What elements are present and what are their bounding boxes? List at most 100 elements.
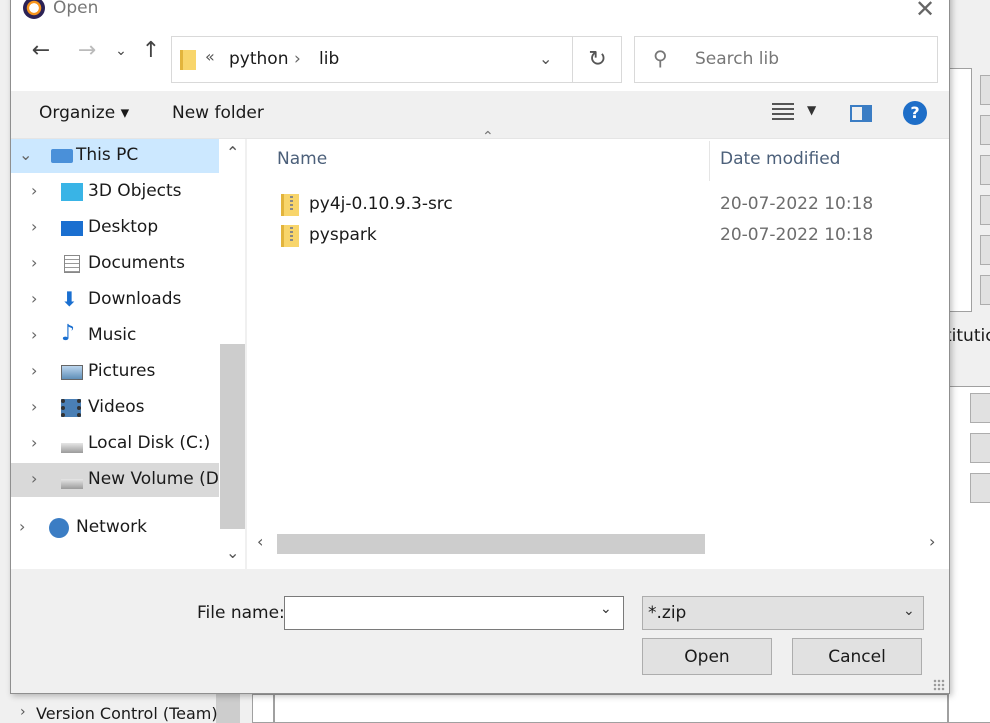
- file-name-label: File name:: [197, 603, 285, 623]
- file-date: 20-07-2022 10:18: [720, 225, 874, 245]
- video-icon: [61, 399, 81, 417]
- nav-item-pictures[interactable]: › Pictures: [11, 355, 219, 389]
- zip-folder-icon: [281, 194, 299, 216]
- chevron-left-icon[interactable]: ‹: [257, 532, 263, 551]
- chevron-right-icon[interactable]: ›: [31, 361, 37, 380]
- nav-item-music[interactable]: › ♪ Music: [11, 319, 219, 353]
- horizontal-scroll-thumb[interactable]: [277, 534, 705, 554]
- chevron-down-icon[interactable]: ⌄: [539, 49, 552, 68]
- chevron-right-icon[interactable]: ›: [31, 181, 37, 200]
- chevron-down-icon[interactable]: ⌄: [226, 543, 239, 562]
- view-list-icon[interactable]: [772, 103, 794, 121]
- refresh-icon[interactable]: ↻: [572, 37, 622, 82]
- nav-item-network[interactable]: › Network: [11, 511, 219, 545]
- window-title: Open: [53, 0, 99, 18]
- nav-scroll-thumb[interactable]: [220, 344, 245, 529]
- file-row[interactable]: pyspark 20-07-2022 10:18: [277, 221, 937, 251]
- nav-item-label: Pictures: [88, 361, 156, 381]
- close-icon[interactable]: ✕: [914, 0, 936, 21]
- nav-item-3d-objects[interactable]: › 3D Objects: [11, 175, 219, 209]
- chevron-right-icon[interactable]: ›: [31, 217, 37, 236]
- music-icon: ♪: [61, 321, 76, 346]
- column-header-date-modified[interactable]: Date modified: [720, 149, 840, 169]
- chevron-down-icon[interactable]: ⌄: [600, 601, 612, 617]
- forward-arrow-icon[interactable]: →: [73, 37, 101, 65]
- background-editor: [274, 694, 948, 723]
- nav-item-desktop[interactable]: › Desktop: [11, 211, 219, 245]
- nav-item-new-volume-d[interactable]: › New Volume (D:): [11, 463, 231, 497]
- download-icon: ⬇: [61, 287, 78, 311]
- background-button: [970, 393, 990, 423]
- zip-folder-icon: [281, 225, 299, 247]
- chevron-right-icon[interactable]: ›: [31, 253, 37, 272]
- address-overflow-icon[interactable]: «: [205, 47, 215, 66]
- preview-pane-icon[interactable]: [850, 105, 872, 122]
- help-icon[interactable]: ?: [903, 101, 927, 125]
- address-bar[interactable]: « python › lib ⌄ ↻: [171, 36, 622, 83]
- background-button: [980, 275, 990, 305]
- chevron-right-icon[interactable]: ›: [31, 469, 37, 488]
- chevron-right-icon[interactable]: ›: [31, 397, 37, 416]
- organize-button[interactable]: Organize ▾: [39, 103, 129, 123]
- nav-item-label: This PC: [76, 145, 139, 165]
- open-button[interactable]: Open: [642, 638, 772, 675]
- background-panel: [252, 694, 274, 723]
- nav-item-label: New Volume (D:): [88, 469, 232, 489]
- nav-item-local-disk-c[interactable]: › Local Disk (C:): [11, 427, 219, 461]
- back-arrow-icon[interactable]: ←: [27, 37, 55, 65]
- chevron-right-icon: ›: [20, 704, 26, 720]
- background-button: [980, 155, 990, 185]
- address-separator-icon[interactable]: ›: [294, 49, 301, 69]
- file-row[interactable]: py4j-0.10.9.3-src 20-07-2022 10:18: [277, 190, 937, 220]
- chevron-down-icon: ⌄: [903, 603, 915, 619]
- chevron-right-icon[interactable]: ›: [929, 532, 935, 551]
- file-date: 20-07-2022 10:18: [720, 194, 874, 214]
- file-name-input[interactable]: [284, 596, 624, 630]
- background-button: [970, 473, 990, 503]
- chevron-down-icon[interactable]: ⌄: [19, 145, 32, 164]
- column-divider[interactable]: [709, 141, 710, 181]
- open-file-dialog: Open ✕ ← → ⌄ ↑ « python › lib ⌄ ↻ ⚲ Sear…: [10, 0, 950, 694]
- column-header-name[interactable]: Name: [277, 149, 327, 169]
- navigation-pane: ⌄ This PC › 3D Objects › Desktop › Docum…: [11, 139, 245, 569]
- eclipse-logo-icon: [23, 0, 45, 19]
- background-panel: [948, 68, 972, 312]
- chevron-right-icon[interactable]: ›: [31, 325, 37, 344]
- address-segment-lib[interactable]: lib: [319, 49, 339, 69]
- up-arrow-icon[interactable]: ↑: [137, 37, 165, 65]
- drive-icon: [61, 443, 83, 453]
- nav-item-label: Network: [76, 517, 147, 537]
- resize-grip-icon[interactable]: [933, 679, 945, 691]
- nav-vertical-scrollbar[interactable]: ⌃ ⌄: [220, 139, 245, 569]
- chevron-right-icon[interactable]: ›: [19, 517, 25, 536]
- new-folder-button[interactable]: New folder: [172, 103, 264, 123]
- view-dropdown-icon[interactable]: ▼: [807, 103, 816, 117]
- nav-item-videos[interactable]: › Videos: [11, 391, 219, 425]
- nav-item-this-pc[interactable]: ⌄ This PC: [11, 139, 219, 173]
- address-segment-python[interactable]: python: [229, 49, 288, 69]
- sort-ascending-icon: ⌃: [482, 129, 494, 145]
- chevron-right-icon[interactable]: ›: [31, 289, 37, 308]
- file-list-pane: ⌃ Name Date modified py4j-0.10.9.3-src 2…: [247, 129, 949, 569]
- background-button: [970, 433, 990, 463]
- picture-icon: [61, 365, 83, 380]
- recent-locations-chevron-icon[interactable]: ⌄: [107, 37, 135, 65]
- file-horizontal-scrollbar[interactable]: ‹ ›: [247, 532, 949, 556]
- background-partial-label: titutic: [945, 326, 990, 346]
- chevron-up-icon[interactable]: ⌃: [226, 143, 239, 162]
- file-type-select[interactable]: *.zip ⌄: [642, 596, 924, 630]
- nav-item-label: Music: [88, 325, 137, 345]
- nav-item-label: Documents: [88, 253, 185, 273]
- cancel-button[interactable]: Cancel: [792, 638, 922, 675]
- background-button: [980, 195, 990, 225]
- cube-icon: [61, 183, 83, 201]
- background-button: [980, 75, 990, 105]
- drive-icon: [61, 479, 83, 489]
- nav-item-label: Local Disk (C:): [88, 433, 211, 453]
- command-toolbar: Organize ▾ New folder ▼ ?: [11, 91, 949, 139]
- chevron-right-icon[interactable]: ›: [31, 433, 37, 452]
- background-scrollbar: [216, 694, 240, 723]
- nav-item-downloads[interactable]: › ⬇ Downloads: [11, 283, 219, 317]
- nav-item-documents[interactable]: › Documents: [11, 247, 219, 281]
- search-input[interactable]: ⚲ Search lib: [634, 36, 938, 83]
